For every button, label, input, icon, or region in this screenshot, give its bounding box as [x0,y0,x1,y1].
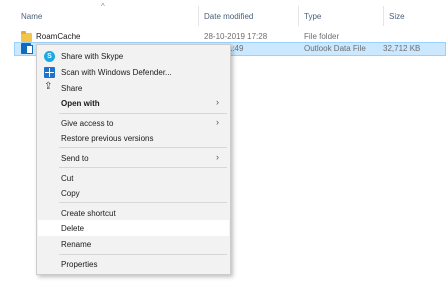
menu-item-restore-previous-versions[interactable]: Restore previous versions [38,130,229,146]
menu-item-label: Give access to [61,119,114,128]
skype-icon: S [44,51,55,62]
menu-item-label: Restore previous versions [61,134,154,143]
menu-item-label: Scan with Windows Defender... [61,68,172,77]
menu-item-label: Open with [61,99,100,108]
menu-item-rename[interactable]: Rename [38,236,229,252]
menu-item-label: Copy [61,189,80,198]
menu-item-open-with[interactable]: Open with › [38,95,229,111]
outlook-data-file-icon [21,43,33,54]
menu-item-scan-with-defender[interactable]: Scan with Windows Defender... [38,64,229,80]
column-header: ^ Name Date modified Type Size [0,0,448,28]
column-divider[interactable] [383,6,384,26]
menu-item-give-access-to[interactable]: Give access to › [38,115,229,131]
menu-separator [59,254,227,255]
menu-item-label: Delete [61,224,85,233]
menu-item-delete[interactable]: Delete [38,220,229,236]
column-divider[interactable] [198,6,199,26]
column-name-header[interactable]: Name [21,12,42,21]
menu-item-label: Properties [61,260,98,269]
submenu-arrow-icon: › [216,117,219,127]
menu-separator [59,113,227,114]
menu-separator [59,202,227,203]
menu-item-label: Send to [61,154,89,163]
column-size-header[interactable]: Size [389,12,405,21]
menu-item-label: Share [61,84,83,93]
file-size: 32,712 KB [383,44,421,53]
menu-item-share-with-skype[interactable]: S Share with Skype [38,48,229,64]
sort-ascending-icon: ^ [101,2,105,11]
file-date-modified: 28-10-2019 17:28 [204,32,268,41]
menu-item-label: Cut [61,174,74,183]
menu-item-label: Rename [61,240,92,249]
menu-item-cut[interactable]: Cut [38,170,229,186]
menu-item-copy[interactable]: Copy [38,185,229,201]
column-divider[interactable] [298,6,299,26]
menu-item-label: Create shortcut [61,209,116,218]
menu-item-send-to[interactable]: Send to › [38,150,229,166]
submenu-arrow-icon: › [216,152,219,162]
menu-item-label: Share with Skype [61,52,124,61]
file-name: RoamCache [36,32,81,41]
share-icon: ⇪ [44,81,53,92]
submenu-arrow-icon: › [216,97,219,107]
menu-separator [59,147,227,148]
column-date-modified-header[interactable]: Date modified [204,12,253,21]
file-type: File folder [304,32,340,41]
column-type-header[interactable]: Type [304,12,321,21]
windows-defender-icon [44,67,55,78]
menu-item-share[interactable]: ⇪ Share [38,80,229,96]
menu-item-properties[interactable]: Properties [38,256,229,272]
file-type: Outlook Data File [304,44,366,53]
menu-separator [59,167,227,168]
folder-icon [21,31,32,42]
menu-item-create-shortcut[interactable]: Create shortcut [38,205,229,221]
context-menu: S Share with Skype Scan with Windows Def… [36,44,231,275]
